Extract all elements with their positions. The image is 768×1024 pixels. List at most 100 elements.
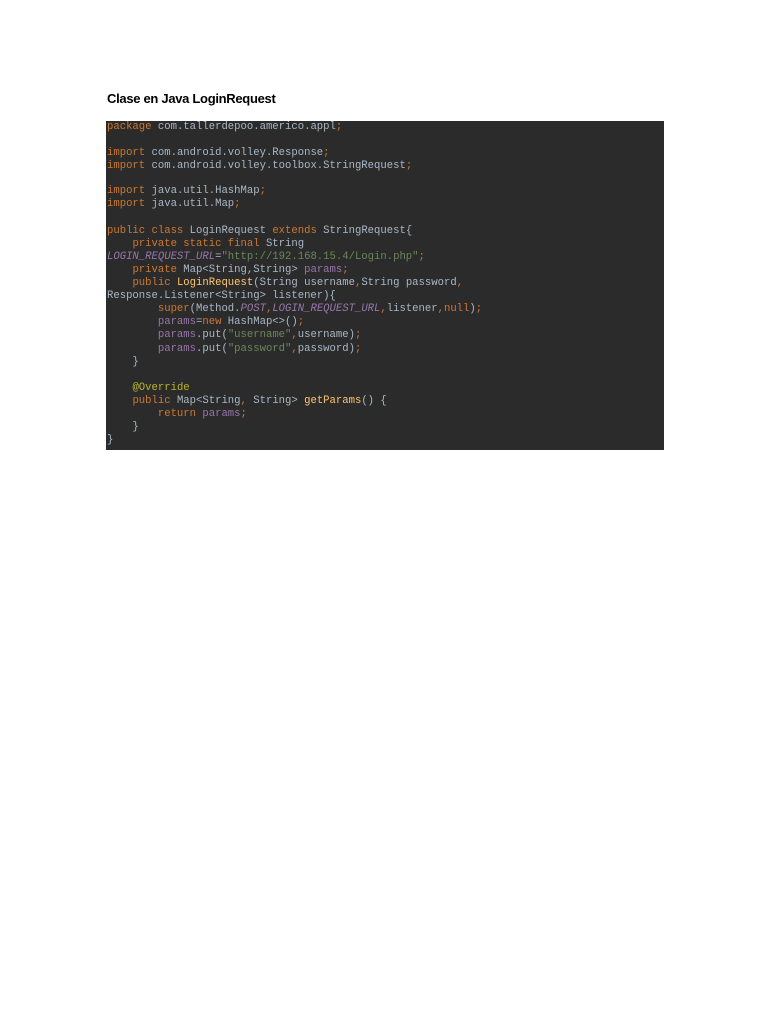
code-token: import [107, 147, 146, 160]
java-source-code: package com.tallerdepoo.americo.appl; imp… [107, 121, 664, 447]
code-line: package com.tallerdepoo.americo.appl; [107, 121, 664, 134]
code-token: username) [297, 329, 355, 342]
code-line: public class LoginRequest extends String… [107, 225, 664, 238]
code-token: "password" [227, 342, 292, 355]
code-token: Response.Listener<String> listener){ [107, 290, 336, 303]
code-token: com.android.volley.Response [145, 147, 324, 160]
code-block: package com.tallerdepoo.americo.appl; imp… [106, 121, 664, 450]
code-token: private [132, 263, 177, 276]
code-token: com.tallerdepoo.americo.appl [151, 121, 336, 133]
code-token: super [157, 303, 190, 316]
code-line: import com.android.volley.Response; [107, 147, 664, 160]
code-token: @Override [132, 381, 190, 394]
code-token: "username" [227, 329, 292, 342]
code-token: HashMap<>() [221, 316, 298, 329]
code-token: import [107, 160, 146, 173]
code-line: public Map<String, String> getParams() { [107, 395, 664, 408]
code-token: ; [342, 263, 349, 276]
code-line: @Override [107, 382, 664, 395]
code-token: password) [297, 342, 355, 355]
code-line: private static final String [107, 238, 664, 251]
code-token: ; [240, 407, 247, 420]
code-line: return params; [107, 408, 664, 421]
code-token: params [157, 316, 197, 329]
code-token: (Method. [189, 303, 241, 316]
code-token: ; [405, 160, 413, 173]
code-token: null [443, 303, 470, 316]
code-token: package [107, 121, 152, 133]
code-token: com.android.volley.toolbox.StringRequest [145, 160, 406, 173]
code-token: StringRequest{ [316, 224, 413, 237]
code-token: "http://192.168.15.4/Login.php" [221, 250, 419, 263]
code-token: () { [361, 394, 387, 407]
code-line: private Map<String,String> params; [107, 264, 664, 277]
code-token: java.util.Map [145, 198, 235, 211]
code-line: } [107, 421, 664, 434]
code-token: ; [354, 329, 362, 342]
code-token: public class [107, 224, 184, 237]
code-token: params [202, 407, 241, 420]
code-token: ; [418, 250, 425, 263]
code-token: , [456, 277, 464, 290]
code-token: } [107, 434, 114, 447]
code-line: public LoginRequest(String username,Stri… [107, 277, 664, 290]
code-token: new [202, 316, 222, 329]
code-line: } [107, 356, 664, 369]
code-token: ; [475, 303, 483, 316]
code-token: java.util.HashMap [145, 185, 260, 198]
code-line: import java.util.Map; [107, 198, 664, 211]
code-token: public [132, 277, 171, 290]
code-token: LoginRequest [176, 277, 254, 290]
code-token: (String username [253, 277, 355, 290]
code-token: params [157, 329, 197, 342]
page-heading: Clase en Java LoginRequest [107, 91, 276, 106]
code-token: ; [354, 342, 362, 355]
code-line: import com.android.volley.toolbox.String… [107, 160, 664, 173]
code-token: LOGIN_REQUEST_URL [107, 250, 216, 263]
code-line: LOGIN_REQUEST_URL="http://192.168.15.4/L… [107, 251, 664, 264]
code-token: ; [234, 198, 241, 211]
code-token: POST [240, 303, 266, 316]
code-token: ; [297, 316, 305, 329]
code-line: params.put("password",password); [107, 343, 664, 356]
code-line: params.put("username",username); [107, 329, 664, 342]
code-token: } [107, 421, 139, 434]
code-token: .put( [196, 329, 228, 342]
code-token: import [107, 198, 146, 211]
code-token: return [157, 407, 197, 420]
code-line: Response.Listener<String> listener){ [107, 290, 664, 303]
code-token: LoginRequest [183, 224, 273, 237]
code-token: params [157, 342, 197, 355]
code-token: import [107, 185, 146, 198]
code-line: params=new HashMap<>(); [107, 316, 664, 329]
code-token: ; [335, 121, 343, 133]
code-token: String [259, 237, 305, 250]
code-token: getParams [304, 394, 362, 407]
code-line: super(Method.POST,LOGIN_REQUEST_URL,list… [107, 303, 664, 316]
code-token: params [304, 263, 343, 276]
code-token: String password [361, 277, 457, 290]
code-token: extends [272, 224, 317, 237]
code-token: .put( [196, 342, 228, 355]
code-line: import java.util.HashMap; [107, 185, 664, 198]
code-token: listener [386, 303, 438, 316]
code-token: ; [323, 147, 330, 160]
code-token: public [132, 394, 171, 407]
code-token: private static final [132, 237, 260, 250]
code-line: } [107, 434, 664, 447]
code-token: String> [246, 394, 305, 407]
code-token: } [107, 355, 139, 368]
code-token: Map<String [170, 394, 241, 407]
code-token: ; [259, 185, 266, 198]
